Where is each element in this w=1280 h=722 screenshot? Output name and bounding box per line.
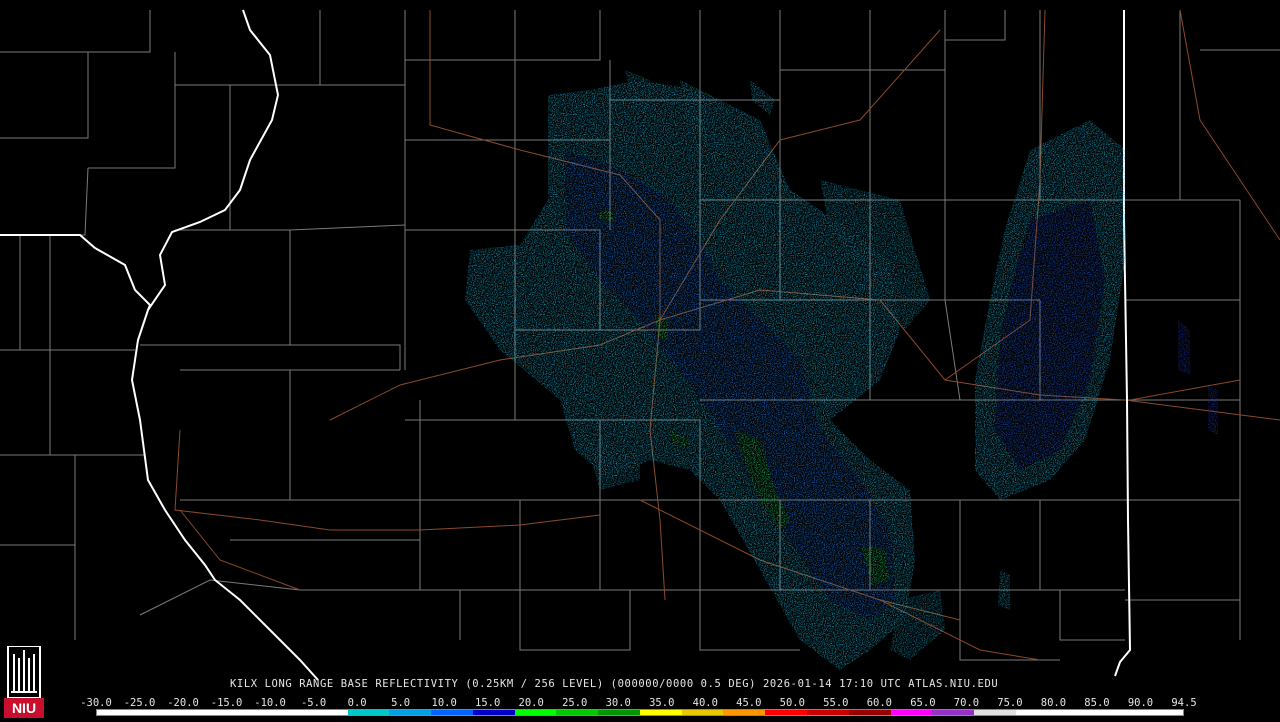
colorbar-segment	[222, 710, 265, 715]
colorbar-segment	[389, 710, 432, 715]
colorbar-segment	[1057, 710, 1100, 715]
scale-label: 15.0	[475, 697, 501, 709]
colorbar-segment	[264, 710, 306, 715]
colorbar-segment	[807, 710, 849, 715]
scale-label: 20.0	[518, 697, 544, 709]
scale-label: -10.0	[254, 697, 286, 709]
scale-label: -15.0	[210, 697, 243, 709]
colorbar-segment	[347, 710, 390, 715]
scale-label: 65.0	[910, 697, 936, 709]
scale-label: 80.0	[1040, 697, 1067, 709]
reflectivity-colorbar	[96, 709, 1184, 716]
scale-label: 35.0	[649, 697, 675, 709]
scale-label: -30.0	[80, 697, 112, 709]
colorbar-segment	[974, 710, 1016, 715]
colorbar-segment	[723, 710, 766, 715]
product-title: KILX LONG RANGE BASE REFLECTIVITY (0.25K…	[230, 678, 999, 690]
scale-label: 0.0	[347, 697, 367, 709]
colorbar-segment	[681, 710, 724, 715]
colorbar-segment	[932, 710, 975, 715]
scale-label: 5.0	[391, 697, 411, 709]
colorbar-segment	[305, 710, 348, 715]
scale-label: 55.0	[823, 697, 849, 709]
scale-label: 25.0	[562, 697, 588, 709]
niu-logo: NIU	[2, 645, 46, 718]
scale-label: 10.0	[431, 697, 457, 709]
colorbar-segment	[180, 710, 223, 715]
scale-label: -25.0	[123, 697, 156, 709]
colorbar-segment	[138, 710, 181, 715]
colorbar-segment	[890, 710, 933, 715]
scale-label: -20.0	[167, 697, 199, 709]
scale-label: -5.0	[300, 697, 327, 709]
colorbar-segment	[765, 710, 808, 715]
colorbar-segment	[97, 710, 139, 715]
scale-label: 40.0	[692, 697, 718, 709]
reflectivity-echoes	[465, 70, 1218, 670]
scale-label: 70.0	[953, 697, 980, 709]
radar-map	[0, 9, 1280, 681]
colorbar-segment	[639, 710, 682, 715]
colorbar-segment	[1141, 710, 1183, 715]
scale-label: 94.5	[1171, 697, 1197, 709]
colorbar-segment	[1015, 710, 1058, 715]
echo-cells-east-small	[1178, 320, 1218, 435]
colorbar-segment	[556, 710, 599, 715]
scale-label: 60.0	[866, 697, 893, 709]
colorbar-segment	[598, 710, 640, 715]
colorbar-segment	[848, 710, 891, 715]
colorbar-segment	[1099, 710, 1142, 715]
scale-label: 50.0	[779, 697, 805, 709]
colorbar-segment	[431, 710, 473, 715]
scale-label: 45.0	[736, 697, 762, 709]
niu-logo-text: NIU	[11, 700, 37, 716]
colorbar-segment	[472, 710, 515, 715]
colorbar-segment	[514, 710, 557, 715]
scale-labels: -30.0 -25.0 -20.0 -15.0 -10.0 -5.0 0.0 5.0 10.0 1…	[80, 697, 1197, 709]
scale-label: 90.0	[1127, 697, 1154, 709]
scale-label: 30.0	[605, 697, 631, 709]
scale-label: 75.0	[997, 697, 1023, 709]
scale-label: 85.0	[1084, 697, 1110, 709]
